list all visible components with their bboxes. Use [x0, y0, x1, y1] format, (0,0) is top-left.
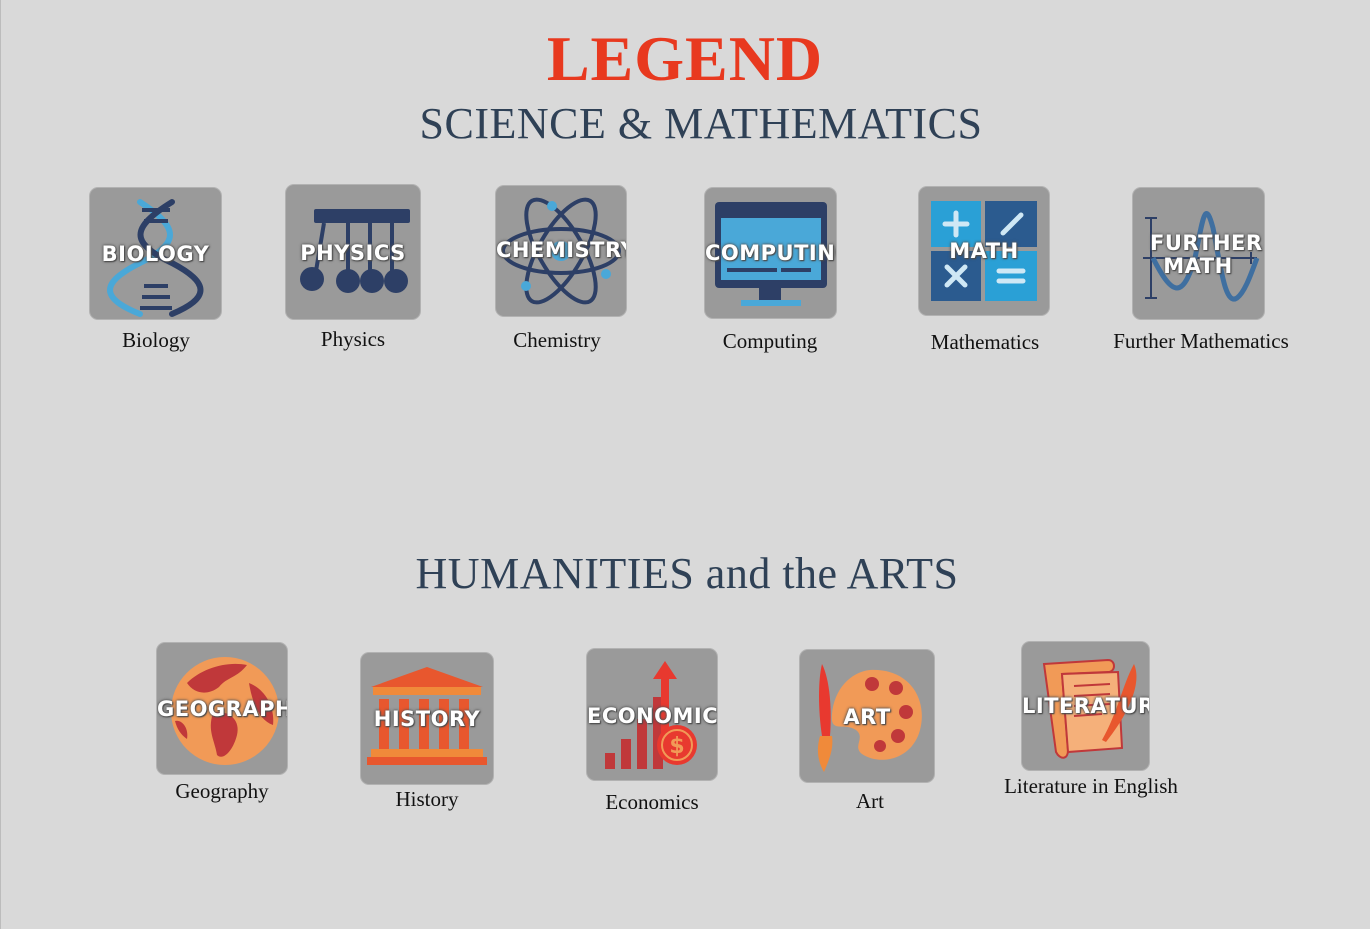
- subject-caption: Biology: [122, 328, 190, 352]
- tile-label: HISTORY: [373, 707, 481, 731]
- page-title: LEGEND: [546, 23, 824, 94]
- subject-caption: History: [395, 787, 459, 811]
- subject-tile-further-math[interactable]: FURTHER MATH: [1133, 188, 1264, 319]
- subject-caption: Art: [856, 789, 884, 813]
- subject-caption: Mathematics: [930, 330, 1040, 354]
- tile-label: CHEMISTRY: [496, 238, 626, 262]
- svg-text:$: $: [669, 734, 684, 759]
- subject-caption: Economics: [605, 790, 699, 814]
- subject-tile-economics[interactable]: $ ECONOMICS: [587, 649, 717, 780]
- subject-caption: Literature in English: [1004, 774, 1178, 798]
- tile-label: FURTHER MATH: [1150, 231, 1263, 278]
- subject-tile-chemistry[interactable]: CHEMISTRY: [496, 186, 626, 316]
- tile-label: GEOGRAPHY: [157, 697, 287, 721]
- subject-tile-computing[interactable]: COMPUTING: [705, 188, 836, 318]
- subject-caption: Computing: [722, 329, 818, 353]
- section-heading-humanities: HUMANITIES and the ARTS: [415, 549, 959, 598]
- section-heading-science: SCIENCE & MATHEMATICS: [419, 99, 983, 148]
- tile-label: MATH: [949, 239, 1019, 263]
- subject-caption: Geography: [175, 779, 269, 803]
- subject-tile-math[interactable]: MATH: [919, 187, 1049, 315]
- subject-tile-geography[interactable]: GEOGRAPHY: [157, 643, 287, 774]
- tile-label: LITERATURE: [1022, 694, 1149, 718]
- subject-tile-physics[interactable]: PHYSICS: [286, 185, 420, 319]
- tile-label: ART: [843, 705, 891, 729]
- subject-caption: Further Mathematics: [1113, 329, 1289, 353]
- tile-label: COMPUTING: [705, 241, 836, 265]
- subject-tile-art[interactable]: ART: [800, 650, 934, 782]
- subject-tile-biology[interactable]: BIOLOGY: [90, 188, 221, 319]
- subject-tile-literature[interactable]: LITERATURE: [1022, 642, 1149, 770]
- tile-label: BIOLOGY: [101, 242, 210, 266]
- tile-label: PHYSICS: [300, 241, 406, 265]
- subject-tile-history[interactable]: HISTORY: [361, 653, 493, 784]
- subject-caption: Physics: [320, 327, 386, 351]
- subject-caption: Chemistry: [513, 328, 601, 352]
- tile-label: ECONOMICS: [587, 704, 717, 728]
